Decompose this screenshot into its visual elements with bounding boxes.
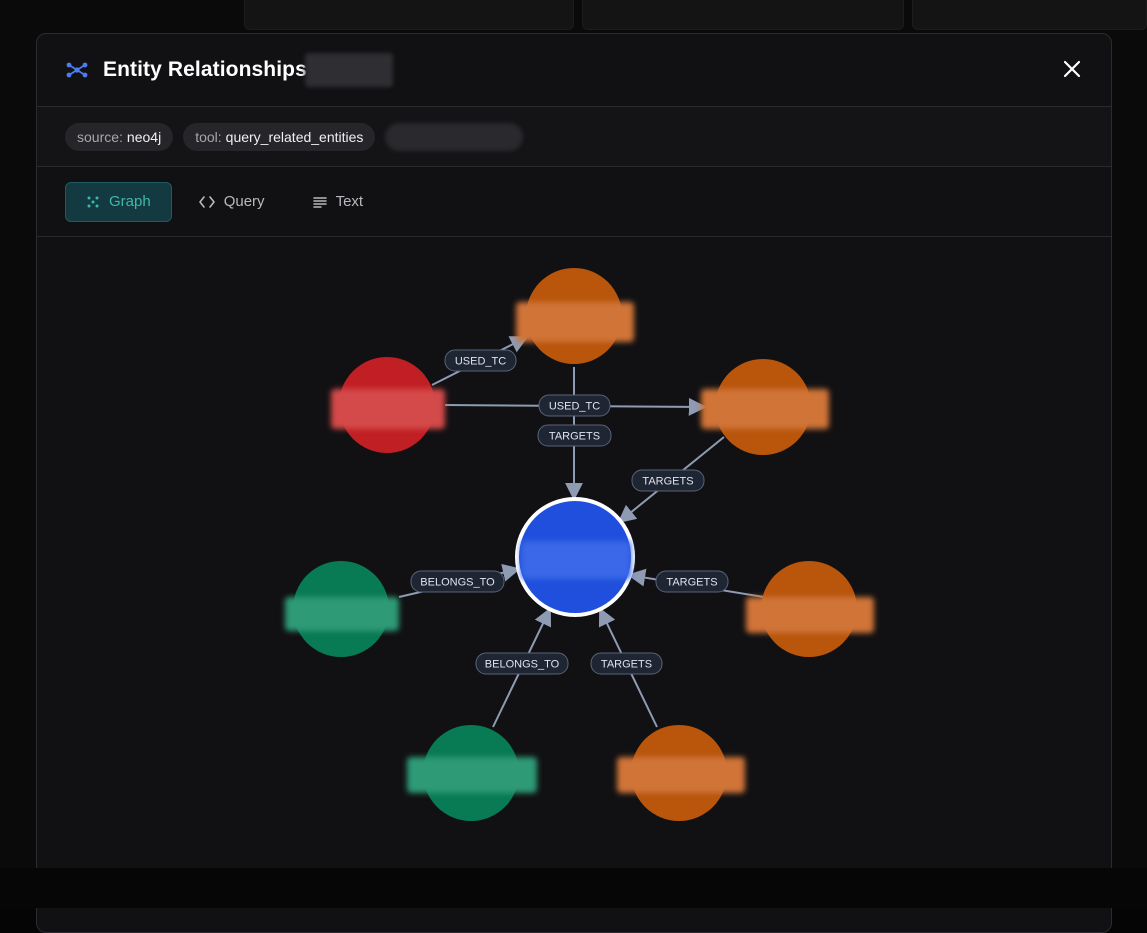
bottom-overlay xyxy=(0,868,1147,908)
redacted-chip xyxy=(385,123,523,151)
edge-label-red-top: USED_TC xyxy=(445,350,516,371)
redacted-text xyxy=(305,53,393,87)
source-chip: source: neo4j xyxy=(65,123,173,151)
svg-text:TARGETS: TARGETS xyxy=(601,659,652,671)
tool-key: tool: xyxy=(195,129,221,145)
tool-value: query_related_entities xyxy=(226,129,364,145)
tab-text[interactable]: Text xyxy=(292,182,385,222)
code-icon xyxy=(199,195,215,209)
redacted-node-label xyxy=(746,597,874,633)
svg-text:BELONGS_TO: BELONGS_TO xyxy=(485,659,560,671)
redacted-node-label xyxy=(521,541,631,579)
close-icon xyxy=(1063,60,1081,78)
svg-text:TARGETS: TARGETS xyxy=(549,431,600,443)
tab-query[interactable]: Query xyxy=(178,182,286,222)
graph-icon xyxy=(86,195,100,209)
background-card xyxy=(244,0,574,30)
graph-nodes xyxy=(285,268,874,821)
tool-chip: tool: query_related_entities xyxy=(183,123,375,151)
edge-label-red-right: USED_TC xyxy=(539,395,610,416)
edge-label-right-center: TARGETS xyxy=(632,470,704,491)
entity-relationships-modal: Entity Relationships source: neo4j tool:… xyxy=(36,33,1112,933)
svg-text:TARGETS: TARGETS xyxy=(666,577,717,589)
edge-label-orangebottom-center: TARGETS xyxy=(591,653,662,674)
edge-label-greenleft-center: BELONGS_TO xyxy=(411,571,504,592)
modal-header: Entity Relationships xyxy=(37,34,1111,107)
close-button[interactable] xyxy=(1061,58,1083,80)
redacted-node-label xyxy=(617,757,745,793)
tab-graph[interactable]: Graph xyxy=(65,182,172,222)
edge-label-right2-center: TARGETS xyxy=(656,571,728,592)
background-card xyxy=(582,0,904,30)
svg-text:USED_TC: USED_TC xyxy=(455,356,506,368)
background-card xyxy=(912,0,1147,30)
svg-text:BELONGS_TO: BELONGS_TO xyxy=(420,577,495,589)
tab-query-label: Query xyxy=(224,193,265,210)
source-key: source: xyxy=(77,129,123,145)
source-value: neo4j xyxy=(127,129,161,145)
svg-text:TARGETS: TARGETS xyxy=(642,476,693,488)
modal-title: Entity Relationships xyxy=(103,58,307,82)
graph-canvas[interactable]: USED_TC USED_TC TARGETS TARGETS TARGETS … xyxy=(37,237,1111,933)
svg-text:USED_TC: USED_TC xyxy=(549,401,600,413)
view-tabs: Graph Query Text xyxy=(37,167,1111,237)
text-lines-icon xyxy=(313,196,327,208)
graph-network-icon xyxy=(65,58,89,82)
tab-graph-label: Graph xyxy=(109,193,151,210)
metadata-bar: source: neo4j tool: query_related_entiti… xyxy=(37,107,1111,167)
tab-text-label: Text xyxy=(336,193,364,210)
edge-label-greenbottom-center: BELONGS_TO xyxy=(476,653,568,674)
redacted-node-label xyxy=(407,757,537,793)
redacted-node-label xyxy=(331,389,445,429)
redacted-node-label xyxy=(516,302,634,342)
edge-label-top-center: TARGETS xyxy=(538,425,611,446)
redacted-node-label xyxy=(285,597,399,631)
redacted-node-label xyxy=(701,389,829,429)
